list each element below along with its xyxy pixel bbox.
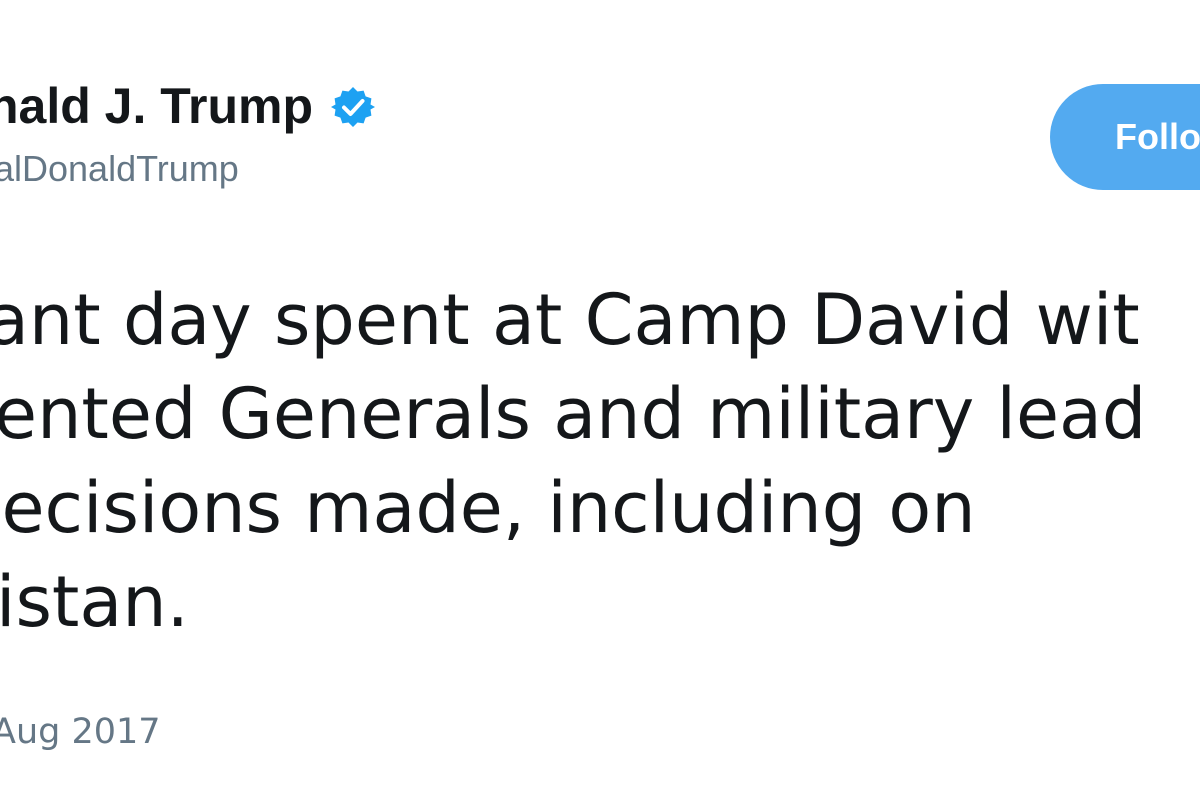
tweet-text-line-4: istan. (0, 561, 189, 643)
verified-badge-icon (331, 85, 376, 129)
tweet-card: nald J. Trump alDonaldTrump Follo ant da… (0, 0, 1200, 800)
tweet-text-line-2: ented Generals and military lead (0, 373, 1147, 455)
tweet-text-line-3: lecisions made, including on (0, 467, 976, 549)
tweet-timestamp[interactable]: Aug 2017 (0, 712, 161, 752)
author-display-name[interactable]: nald J. Trump (0, 77, 313, 135)
author-handle[interactable]: alDonaldTrump (0, 148, 239, 190)
author-name-row: nald J. Trump (0, 74, 376, 138)
follow-button[interactable]: Follo (1050, 84, 1200, 190)
tweet-text-line-1: ant day spent at Camp David wit (0, 279, 1140, 361)
